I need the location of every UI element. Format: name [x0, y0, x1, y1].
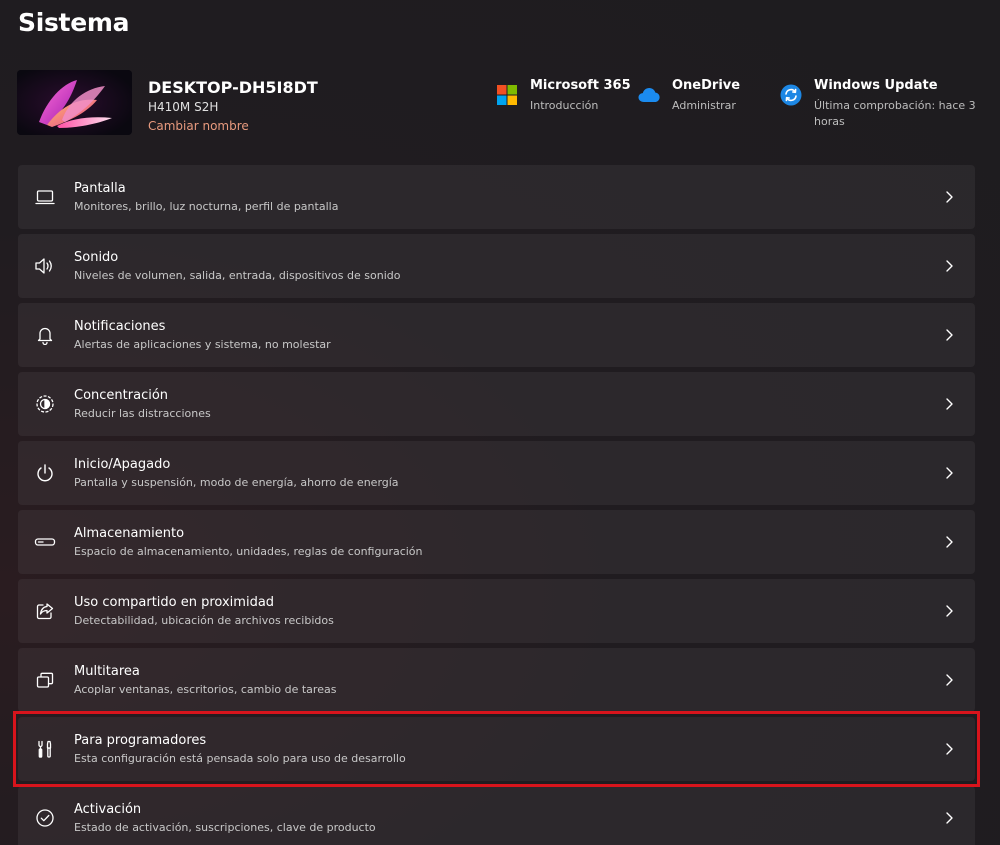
setting-subtitle: Monitores, brillo, luz nocturna, perfil … [74, 200, 339, 213]
chevron-right-icon [941, 189, 957, 205]
quick-link-windows-update[interactable]: Windows Update Última comprobación: hace… [780, 78, 979, 130]
setting-row-uso-compartido[interactable]: Uso compartido en proximidad Detectabili… [18, 579, 975, 643]
setting-title: Notificaciones [74, 319, 166, 334]
focus-icon [33, 392, 57, 416]
chevron-right-icon [941, 741, 957, 757]
chevron-right-icon [941, 327, 957, 343]
onedrive-cloud-icon [638, 84, 660, 106]
chevron-right-icon [941, 534, 957, 550]
device-model: H410M S2H [148, 100, 219, 114]
chevron-right-icon [941, 810, 957, 826]
setting-row-pantalla[interactable]: Pantalla Monitores, brillo, luz nocturna… [18, 165, 975, 229]
chevron-right-icon [941, 465, 957, 481]
setting-title: Uso compartido en proximidad [74, 595, 275, 610]
setting-row-almacenamiento[interactable]: Almacenamiento Espacio de almacenamiento… [18, 510, 975, 574]
setting-title: Pantalla [74, 181, 126, 196]
display-icon [33, 185, 57, 209]
setting-row-multitarea[interactable]: Multitarea Acoplar ventanas, escritorios… [18, 648, 975, 712]
settings-list: Pantalla Monitores, brillo, luz nocturna… [18, 165, 975, 845]
chevron-right-icon [941, 258, 957, 274]
microsoft-logo-icon [496, 84, 518, 106]
setting-row-para-programadores[interactable]: Para programadores Esta configuración es… [18, 717, 975, 781]
setting-row-inicio-apagado[interactable]: Inicio/Apagado Pantalla y suspensión, mo… [18, 441, 975, 505]
power-icon [33, 461, 57, 485]
chevron-right-icon [941, 672, 957, 688]
quick-link-subtitle: Última comprobación: hace 3 horas [814, 99, 976, 128]
quick-link-title: Windows Update [814, 78, 938, 93]
setting-subtitle: Espacio de almacenamiento, unidades, reg… [74, 545, 423, 558]
windows-update-icon [780, 84, 802, 106]
storage-icon [33, 530, 57, 554]
setting-title: Multitarea [74, 664, 140, 679]
chevron-right-icon [941, 396, 957, 412]
quick-link-microsoft-365[interactable]: Microsoft 365 Introducción [496, 78, 631, 114]
developer-tools-icon [33, 737, 57, 761]
bell-icon [33, 323, 57, 347]
quick-link-subtitle: Administrar [672, 99, 736, 112]
setting-title: Almacenamiento [74, 526, 185, 541]
quick-link-title: OneDrive [672, 78, 741, 93]
quick-link-onedrive[interactable]: OneDrive Administrar [638, 78, 740, 114]
setting-title: Para programadores [74, 733, 207, 748]
setting-title: Activación [74, 802, 142, 817]
page-title: Sistema [18, 8, 130, 37]
setting-subtitle: Acoplar ventanas, escritorios, cambio de… [74, 683, 337, 696]
device-wallpaper-thumbnail [17, 70, 132, 135]
checkmark-circle-icon [33, 806, 57, 830]
quick-link-title: Microsoft 365 [530, 78, 631, 93]
setting-subtitle: Detectabilidad, ubicación de archivos re… [74, 614, 334, 627]
speaker-icon [33, 254, 57, 278]
setting-row-notificaciones[interactable]: Notificaciones Alertas de aplicaciones y… [18, 303, 975, 367]
setting-subtitle: Pantalla y suspensión, modo de energía, … [74, 476, 399, 489]
setting-row-concentracion[interactable]: Concentración Reducir las distracciones [18, 372, 975, 436]
setting-row-activacion[interactable]: Activación Estado de activación, suscrip… [18, 786, 975, 845]
setting-subtitle: Alertas de aplicaciones y sistema, no mo… [74, 338, 331, 351]
setting-subtitle: Niveles de volumen, salida, entrada, dis… [74, 269, 401, 282]
setting-subtitle: Esta configuración está pensada solo par… [74, 752, 406, 765]
rename-device-link[interactable]: Cambiar nombre [148, 119, 249, 133]
setting-row-sonido[interactable]: Sonido Niveles de volumen, salida, entra… [18, 234, 975, 298]
multitask-icon [33, 668, 57, 692]
quick-link-subtitle: Introducción [530, 99, 599, 112]
setting-title: Concentración [74, 388, 169, 403]
setting-subtitle: Reducir las distracciones [74, 407, 211, 420]
chevron-right-icon [941, 603, 957, 619]
setting-title: Inicio/Apagado [74, 457, 171, 472]
device-name: DESKTOP-DH5I8DT [148, 78, 318, 97]
setting-title: Sonido [74, 250, 119, 265]
setting-subtitle: Estado de activación, suscripciones, cla… [74, 821, 376, 834]
share-icon [33, 599, 57, 623]
